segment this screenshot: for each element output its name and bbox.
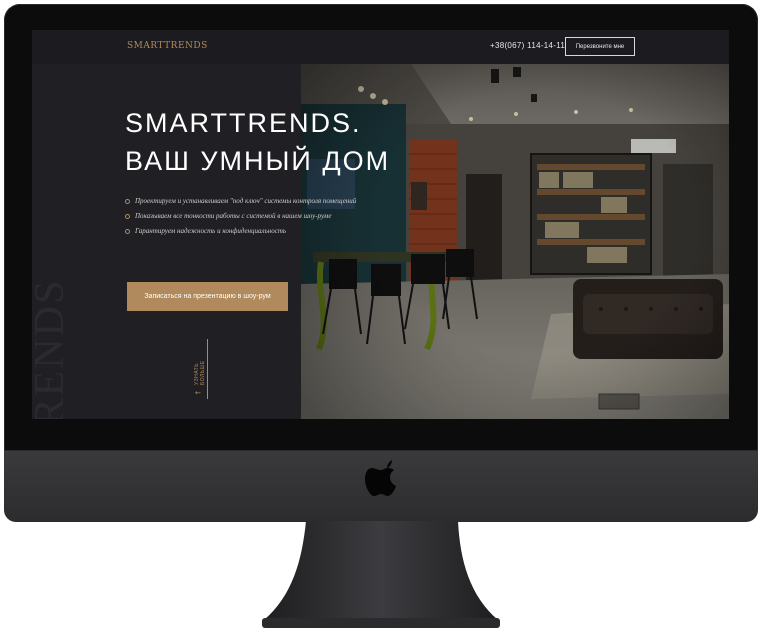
headline-line-1: SMARTTRENDS. xyxy=(125,108,362,138)
phone-number[interactable]: +38(067) 114-14-11 xyxy=(490,41,565,50)
showroom-signup-button[interactable]: Записаться на презентацию в шоу-рум xyxy=(127,282,288,311)
learn-more-link[interactable]: УЗНАТЬ БОЛЬШЕ ← xyxy=(194,339,208,399)
site-logo[interactable]: SMARTTRENDS xyxy=(127,41,208,51)
monitor-stand xyxy=(262,521,500,628)
feature-item: Показываем все тонкости работы с системо… xyxy=(125,209,356,224)
headline-line-2: ВАШ УМНЫЙ ДОМ xyxy=(125,146,391,176)
learn-more-divider xyxy=(207,339,208,399)
bullet-icon xyxy=(125,213,130,219)
callback-button[interactable]: Перезвоните мне xyxy=(565,37,635,56)
feature-text: Гарантируем надежность и конфиденциально… xyxy=(135,227,287,235)
hero-headline: SMARTTRENDS. ВАШ УМНЫЙ ДОМ xyxy=(125,104,390,180)
feature-list: Проектируем и устанавливаем "под ключ" с… xyxy=(125,194,356,239)
website-screen: SMARTTRENDS +38(067) 114-14-11 Перезвони… xyxy=(32,30,729,419)
feature-text: Показываем все тонкости работы с системо… xyxy=(135,212,332,220)
imac-mockup: SMARTTRENDS +38(067) 114-14-11 Перезвони… xyxy=(0,0,762,630)
feature-item: Гарантируем надежность и конфиденциально… xyxy=(125,224,356,239)
watermark-text: TRENDS xyxy=(32,278,73,419)
feature-item: Проектируем и устанавливаем "под ключ" с… xyxy=(125,194,356,209)
feature-text: Проектируем и устанавливаем "под ключ" с… xyxy=(135,197,357,205)
bullet-icon xyxy=(125,198,130,204)
arrow-left-icon: ← xyxy=(195,389,201,397)
learn-more-label: УЗНАТЬ БОЛЬШЕ xyxy=(194,360,206,385)
apple-logo-icon xyxy=(365,460,396,496)
bullet-icon xyxy=(125,228,130,234)
site-header: SMARTTRENDS +38(067) 114-14-11 Перезвони… xyxy=(32,30,729,64)
